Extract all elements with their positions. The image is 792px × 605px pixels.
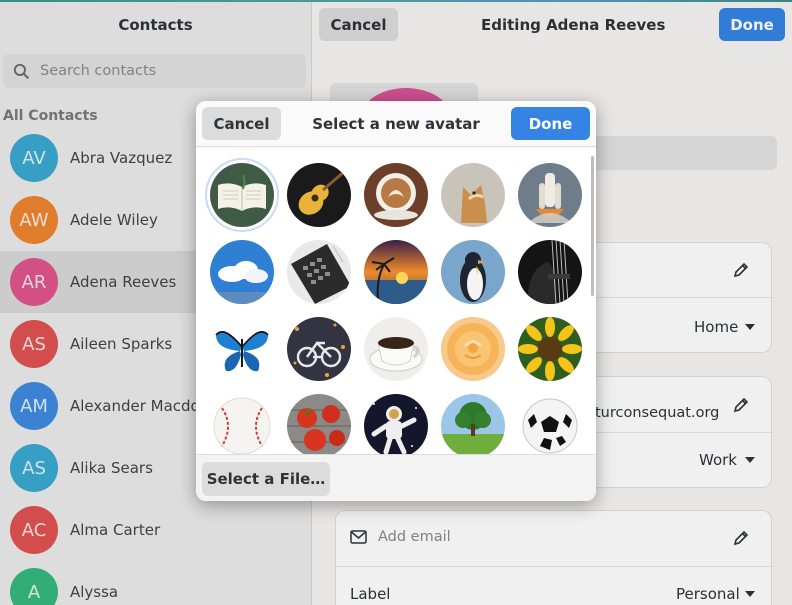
bass-guitar-icon bbox=[518, 240, 582, 304]
avatar-option-calculator[interactable] bbox=[287, 240, 351, 304]
avatar-option-blue-butterfly[interactable] bbox=[210, 317, 274, 381]
select-file-button[interactable]: Select a File… bbox=[202, 462, 330, 496]
open-book-icon bbox=[210, 163, 274, 227]
avatar-option-sunflower[interactable] bbox=[518, 317, 582, 381]
tomatoes-icon bbox=[287, 394, 351, 454]
avatar-option-clouds[interactable] bbox=[210, 240, 274, 304]
avatar-option-space-shuttle[interactable] bbox=[518, 163, 582, 227]
guitar-icon bbox=[287, 163, 351, 227]
avatar-option-open-book[interactable] bbox=[210, 163, 274, 227]
astronaut-icon bbox=[364, 394, 428, 454]
dialog-cancel-button[interactable]: Cancel bbox=[202, 107, 281, 140]
avatar-option-tree-meadow[interactable] bbox=[441, 394, 505, 454]
avatar-option-astronaut[interactable] bbox=[364, 394, 428, 454]
avatar-option-coffee-cup[interactable] bbox=[364, 317, 428, 381]
avatar-option-cat[interactable] bbox=[441, 163, 505, 227]
coffee-cup-icon bbox=[364, 317, 428, 381]
avatar-option-yellow-rose[interactable] bbox=[441, 317, 505, 381]
cat-icon bbox=[441, 163, 505, 227]
avatar-option-bicycle-graffiti[interactable] bbox=[287, 317, 351, 381]
calculator-icon bbox=[287, 240, 351, 304]
avatar-option-bass-guitar[interactable] bbox=[518, 240, 582, 304]
tree-icon bbox=[441, 394, 505, 454]
avatar-option-soccer-ball[interactable] bbox=[518, 394, 582, 454]
penguin-icon bbox=[441, 240, 505, 304]
avatar-option-latte-art[interactable] bbox=[364, 163, 428, 227]
latte-icon bbox=[364, 163, 428, 227]
avatar-option-baseball[interactable] bbox=[210, 394, 274, 454]
avatar-option-tropical-sunset[interactable] bbox=[364, 240, 428, 304]
rose-icon bbox=[441, 317, 505, 381]
avatar-option-penguin[interactable] bbox=[441, 240, 505, 304]
avatar-option-acoustic-guitar[interactable] bbox=[287, 163, 351, 227]
baseball-icon bbox=[210, 394, 274, 454]
bicycle-icon bbox=[287, 317, 351, 381]
clouds-icon bbox=[210, 240, 274, 304]
dialog-footer: Select a File… bbox=[196, 454, 596, 501]
avatar-grid bbox=[196, 148, 596, 454]
sunflower-icon bbox=[518, 317, 582, 381]
dialog-header: Select a new avatar Cancel Done bbox=[196, 101, 596, 147]
shuttle-icon bbox=[518, 163, 582, 227]
avatar-option-tomatoes[interactable] bbox=[287, 394, 351, 454]
dialog-scrollbar[interactable] bbox=[591, 156, 594, 296]
avatar-dialog: Select a new avatar Cancel Done Select a… bbox=[196, 101, 596, 501]
butterfly-icon bbox=[210, 317, 274, 381]
sunset-icon bbox=[364, 240, 428, 304]
dialog-done-button[interactable]: Done bbox=[511, 107, 590, 140]
soccer-ball-icon bbox=[518, 394, 582, 454]
